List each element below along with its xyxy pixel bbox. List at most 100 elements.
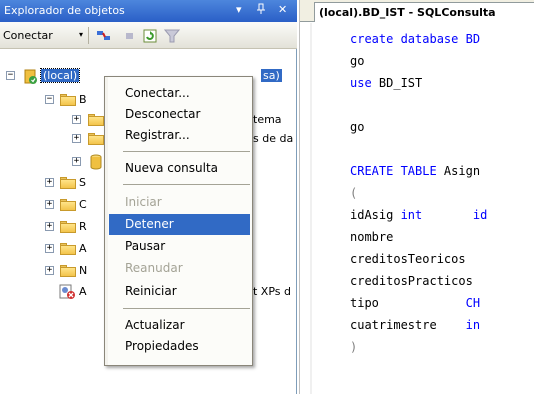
tree-node-label: A [79,285,87,298]
refresh-icon[interactable] [142,28,158,44]
menu-item-pausar[interactable]: Pausar [109,236,250,257]
expand-icon[interactable]: + [45,266,54,275]
code-line: tipo CH [350,292,487,314]
stop-icon[interactable] [122,28,138,44]
sql-code-area[interactable]: create database BD go use BD_IST go CREATE T… [350,28,487,358]
menu-separator [123,308,250,309]
object-explorer-titlebar: Explorador de objetos ▾ ✕ [0,0,297,22]
collapse-icon[interactable]: − [45,95,54,104]
sql-editor: (local).BD_IST - SQLConsulta create data… [299,0,534,394]
editor-tab-strip: (local).BD_IST - SQLConsulta [300,0,534,22]
code-token: idAsig [350,208,401,222]
menu-item-registrar[interactable]: Registrar... [109,125,250,146]
window-position-dropdown-icon[interactable]: ▾ [236,3,242,16]
menu-item-detener[interactable]: Detener [109,214,250,235]
tree-node-label: N [79,264,88,277]
code-token: creditosPracticos [350,274,473,288]
folder-icon [60,221,76,233]
tree-node-label: tema [253,113,282,126]
code-token: nombre [350,230,394,244]
collapse-icon[interactable]: − [6,71,15,80]
menu-item-actualizar[interactable]: Actualizar [109,315,250,336]
expand-icon[interactable]: + [72,134,81,143]
menu-item-nueva-consulta[interactable]: Nueva consulta [109,158,250,179]
code-token: CH [465,296,481,310]
code-line: creditosTeoricos [350,248,487,270]
expand-icon[interactable]: + [45,222,54,231]
object-explorer-title: Explorador de objetos [4,4,125,17]
folder-icon [60,199,76,211]
expand-icon[interactable]: + [45,244,54,253]
code-token: BD_IST [378,76,423,90]
code-line: idAsig int id [350,204,487,226]
code-token: CREATE TABLE [350,164,444,178]
menu-item-propiedades[interactable]: Propiedades [109,336,250,357]
tree-node-label: R [79,220,87,233]
close-panel-icon[interactable]: ✕ [278,3,287,16]
connect-button[interactable]: Conectar [3,29,53,42]
agent-icon [59,284,76,303]
tree-node-label: A [79,242,87,255]
code-line: go [350,116,487,138]
menu-item-desconectar[interactable]: Desconectar [109,104,250,125]
expand-icon[interactable]: + [72,157,81,166]
disconnect-icon[interactable] [96,28,112,44]
menu-item-reiniciar[interactable]: Reiniciar [109,281,250,302]
code-token: creditosTeoricos [350,252,466,266]
editor-margin [300,23,312,394]
code-line: nombre [350,226,487,248]
menu-gutter [105,77,108,365]
tree-node-label: S [79,176,86,189]
editor-tab[interactable]: (local).BD_IST - SQLConsulta [314,2,534,22]
code-line: go [350,50,487,72]
server-label-suffix: sa) [261,69,282,82]
code-line: create database BD [350,28,487,50]
code-line: creditosPracticos [350,270,487,292]
tree-node-label: B [79,93,87,106]
filter-icon[interactable] [163,28,181,44]
tree-node-label: C [79,198,87,211]
code-token: int [400,208,423,222]
expand-icon[interactable]: + [72,115,81,124]
code-token: go [350,120,365,134]
object-explorer-toolbar: Conectar ▾ [0,22,297,49]
code-token: cuatrimestre [350,318,437,332]
code-line: ) [350,336,487,358]
code-line: CREATE TABLE Asign [350,160,487,182]
toolbar-separator [88,27,89,44]
folder-icon [88,133,104,145]
folder-icon [60,94,76,106]
pin-icon[interactable] [256,3,266,18]
connect-dropdown-icon[interactable]: ▾ [79,30,83,39]
expand-icon[interactable]: + [45,178,54,187]
server-context-menu: Conectar... Desconectar Registrar... Nue… [104,76,253,366]
code-token: ) [350,340,358,354]
code-token: use [350,76,379,90]
menu-item-reanudar: Reanudar [125,261,183,275]
menu-separator [123,151,250,152]
folder-icon [60,243,76,255]
menu-separator [123,184,250,185]
server-icon [22,68,38,87]
tree-node-label-suffix: t XPs d [253,285,291,298]
code-token: Asign [443,164,481,178]
database-icon [90,154,102,173]
code-token: create database BD [350,32,481,46]
tree-node-label: s de da [253,132,294,145]
code-line: use BD_IST [350,72,487,94]
folder-icon [60,265,76,277]
expand-icon[interactable]: + [45,200,54,209]
code-token: tipo [350,296,379,310]
code-line: ( [350,182,487,204]
folder-icon [60,177,76,189]
menu-item-conectar[interactable]: Conectar... [109,83,250,104]
code-token: ( [350,186,358,200]
code-token: go [350,54,365,68]
folder-icon [88,114,104,126]
code-token: in [465,318,481,332]
